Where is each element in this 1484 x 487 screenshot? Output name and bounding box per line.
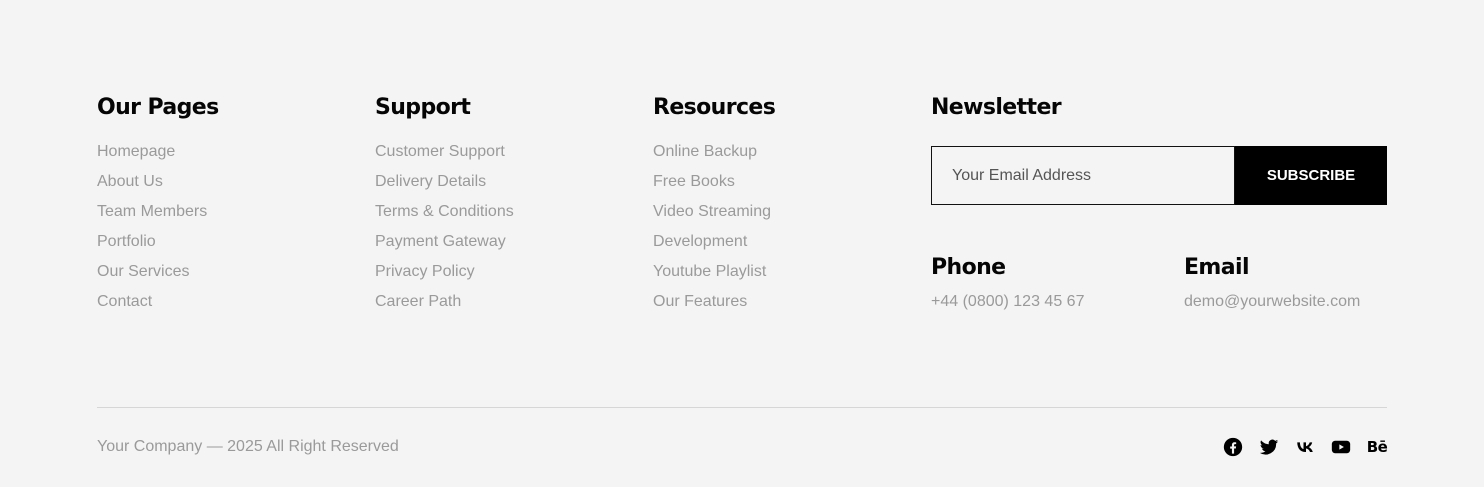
link-list: Customer Support Delivery Details Terms … bbox=[375, 137, 514, 317]
newsletter-title: Newsletter bbox=[931, 95, 1062, 120]
link-list: Online Backup Free Books Video Streaming… bbox=[653, 137, 775, 317]
twitter-icon[interactable] bbox=[1259, 437, 1279, 457]
footer-link-youtube-playlist[interactable]: Youtube Playlist bbox=[653, 263, 766, 280]
footer-link-terms-conditions[interactable]: Terms & Conditions bbox=[375, 203, 514, 220]
list-item: Our Features bbox=[653, 287, 775, 317]
list-item: Delivery Details bbox=[375, 167, 514, 197]
list-item: About Us bbox=[97, 167, 219, 197]
footer-link-about-us[interactable]: About Us bbox=[97, 173, 163, 190]
subscribe-form: SUBSCRIBE bbox=[931, 146, 1387, 205]
vk-icon[interactable] bbox=[1295, 437, 1315, 457]
footer-column-support: Support Customer Support Delivery Detail… bbox=[375, 94, 514, 317]
list-item: Development bbox=[653, 227, 775, 257]
copyright-text: Your Company — 2025 All Right Reserved bbox=[97, 438, 399, 455]
youtube-icon[interactable] bbox=[1331, 437, 1351, 457]
footer-link-our-features[interactable]: Our Features bbox=[653, 293, 747, 310]
footer-link-development[interactable]: Development bbox=[653, 233, 747, 250]
column-title: Support bbox=[375, 95, 471, 120]
footer-link-our-services[interactable]: Our Services bbox=[97, 263, 189, 280]
footer-link-contact[interactable]: Contact bbox=[97, 293, 152, 310]
email-address-link[interactable]: demo@yourwebsite.com bbox=[1184, 287, 1360, 317]
list-item: Online Backup bbox=[653, 137, 775, 167]
footer-column-our-pages: Our Pages Homepage About Us Team Members… bbox=[97, 94, 219, 317]
footer-link-career-path[interactable]: Career Path bbox=[375, 293, 461, 310]
phone-block: Phone +44 (0800) 123 45 67 bbox=[931, 254, 1084, 317]
email-input[interactable] bbox=[931, 146, 1235, 205]
email-block: Email demo@yourwebsite.com bbox=[1184, 254, 1360, 317]
list-item: Homepage bbox=[97, 137, 219, 167]
list-item: Youtube Playlist bbox=[653, 257, 775, 287]
list-item: Our Services bbox=[97, 257, 219, 287]
footer-link-delivery-details[interactable]: Delivery Details bbox=[375, 173, 486, 190]
list-item: Free Books bbox=[653, 167, 775, 197]
link-list: Homepage About Us Team Members Portfolio… bbox=[97, 137, 219, 317]
list-item: Contact bbox=[97, 287, 219, 317]
list-item: Portfolio bbox=[97, 227, 219, 257]
social-links: Bē bbox=[1223, 436, 1388, 458]
footer-link-online-backup[interactable]: Online Backup bbox=[653, 143, 757, 160]
phone-number-link[interactable]: +44 (0800) 123 45 67 bbox=[931, 287, 1084, 317]
column-title: Our Pages bbox=[97, 95, 219, 120]
email-title: Email bbox=[1184, 255, 1249, 280]
footer-column-newsletter: Newsletter SUBSCRIBE bbox=[931, 94, 1387, 205]
footer-link-privacy-policy[interactable]: Privacy Policy bbox=[375, 263, 475, 280]
subscribe-button[interactable]: SUBSCRIBE bbox=[1235, 146, 1387, 205]
list-item: Terms & Conditions bbox=[375, 197, 514, 227]
list-item: Team Members bbox=[97, 197, 219, 227]
list-item: Privacy Policy bbox=[375, 257, 514, 287]
footer-link-free-books[interactable]: Free Books bbox=[653, 173, 735, 190]
facebook-icon[interactable] bbox=[1223, 437, 1243, 457]
footer-link-payment-gateway[interactable]: Payment Gateway bbox=[375, 233, 506, 250]
phone-title: Phone bbox=[931, 255, 1006, 280]
list-item: Payment Gateway bbox=[375, 227, 514, 257]
footer-link-team-members[interactable]: Team Members bbox=[97, 203, 207, 220]
footer-link-portfolio[interactable]: Portfolio bbox=[97, 233, 156, 250]
footer-divider bbox=[97, 407, 1387, 408]
site-footer: Our Pages Homepage About Us Team Members… bbox=[0, 0, 1484, 487]
footer-link-homepage[interactable]: Homepage bbox=[97, 143, 175, 160]
behance-icon[interactable]: Bē bbox=[1367, 437, 1388, 457]
footer-column-resources: Resources Online Backup Free Books Video… bbox=[653, 94, 776, 317]
list-item: Video Streaming bbox=[653, 197, 775, 227]
footer-link-customer-support[interactable]: Customer Support bbox=[375, 143, 505, 160]
list-item: Customer Support bbox=[375, 137, 514, 167]
footer-link-video-streaming[interactable]: Video Streaming bbox=[653, 203, 771, 220]
list-item: Career Path bbox=[375, 287, 514, 317]
column-title: Resources bbox=[653, 95, 776, 120]
